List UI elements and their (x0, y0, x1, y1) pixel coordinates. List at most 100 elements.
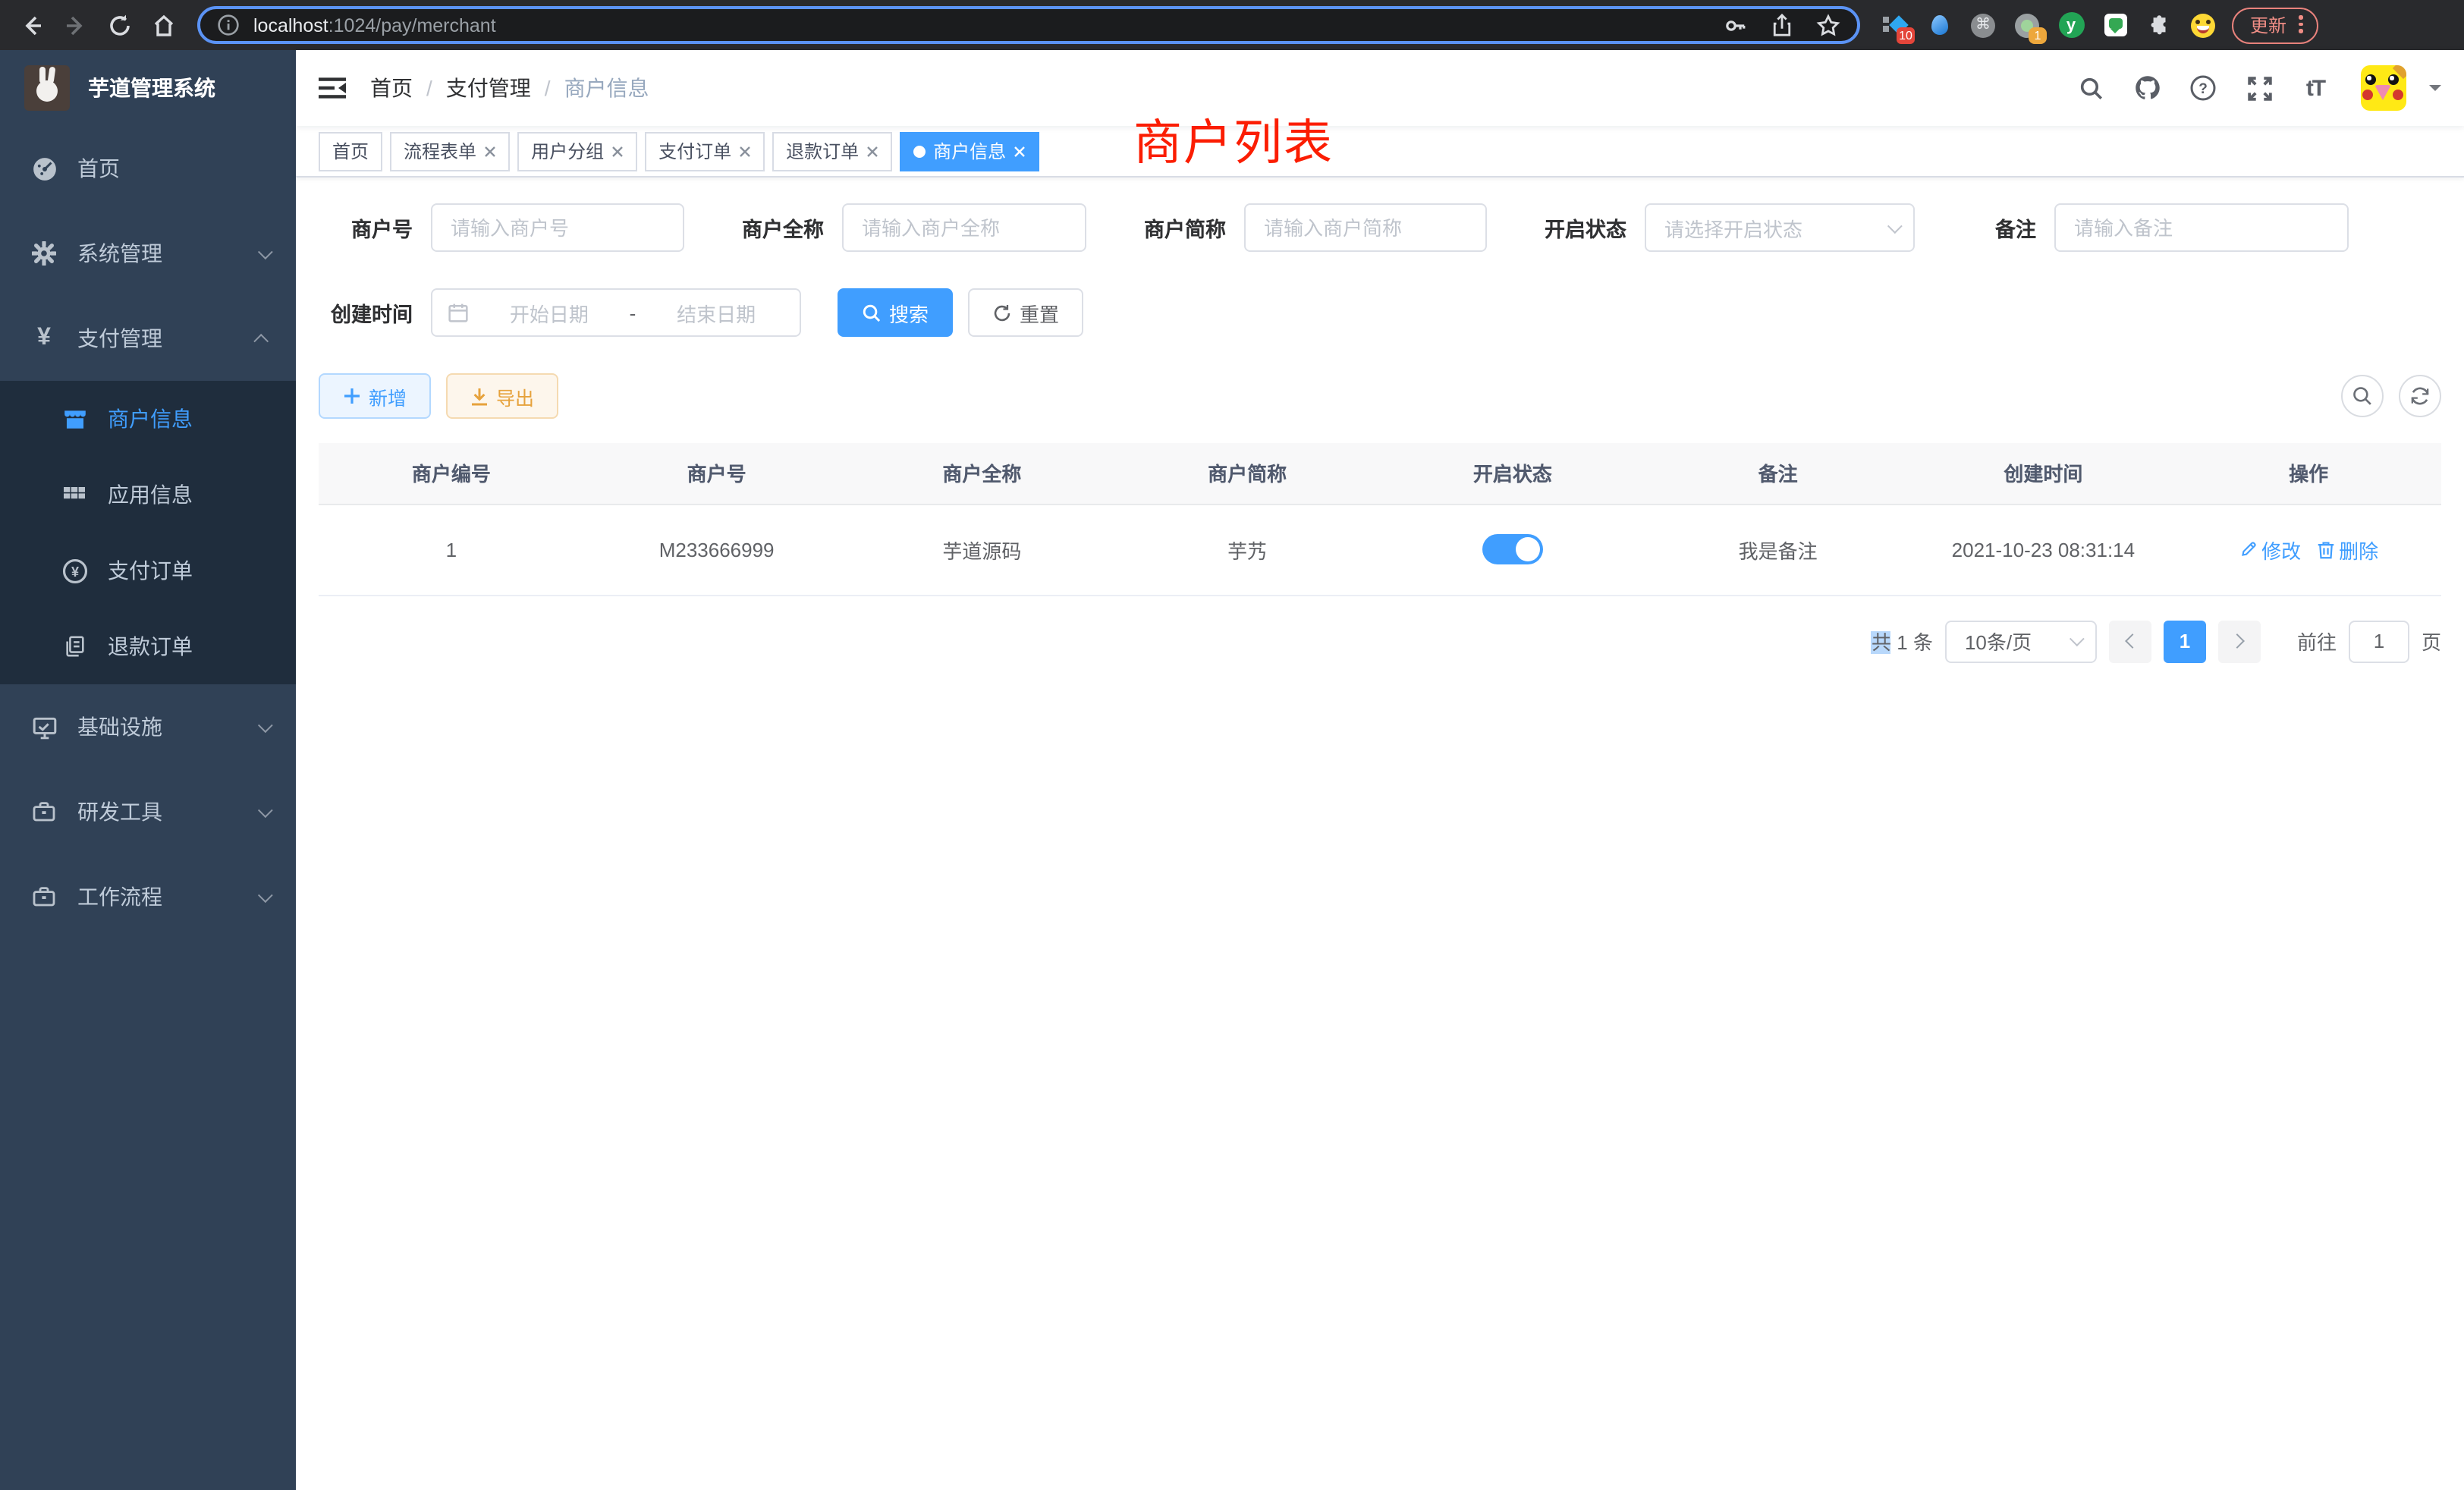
tab-user-group[interactable]: 用户分组 (517, 131, 637, 171)
calendar-icon (448, 302, 469, 323)
tab-home[interactable]: 首页 (319, 131, 382, 171)
page-size-select[interactable]: 10条/页 (1945, 620, 2097, 662)
col-short-name: 商户简称 (1114, 443, 1380, 504)
app-logo[interactable]: 芋道管理系统 (0, 50, 296, 126)
close-icon[interactable] (1014, 145, 1026, 157)
close-icon[interactable] (866, 145, 878, 157)
chevron-down-icon (1887, 218, 1903, 233)
start-date-placeholder: 开始日期 (481, 298, 618, 327)
prev-page-button[interactable] (2109, 620, 2151, 662)
sidebar-item-system[interactable]: 系统管理 (0, 211, 296, 296)
extension-badge: 10 (1897, 27, 1915, 43)
help-icon[interactable]: ? (2186, 71, 2220, 105)
reset-button[interactable]: 重置 (968, 288, 1083, 337)
breadcrumb-home[interactable]: 首页 (370, 73, 413, 103)
goto-page-input[interactable] (2349, 620, 2409, 662)
sidebar-item-payment[interactable]: ¥ 支付管理 (0, 296, 296, 381)
sidebar-item-app-info[interactable]: 应用信息 (0, 457, 296, 533)
tab-pay-order[interactable]: 支付订单 (645, 131, 765, 171)
address-bar[interactable]: localhost:1024/pay/merchant (197, 6, 1860, 44)
extension-diamond-icon[interactable]: 10 (1881, 11, 1909, 39)
tab-process-form[interactable]: 流程表单 (390, 131, 510, 171)
breadcrumb-payment[interactable]: 支付管理 (446, 73, 531, 103)
sidebar-item-home[interactable]: 首页 (0, 126, 296, 211)
show-search-toggle-button[interactable] (2341, 375, 2384, 417)
extension-chat-icon[interactable] (2101, 11, 2129, 39)
full-name-input[interactable] (842, 203, 1086, 252)
sidebar-item-pay-order[interactable]: ¥ 支付订单 (0, 533, 296, 608)
extension-circle-icon[interactable]: 1 (2013, 11, 2041, 39)
merchant-no-input[interactable] (431, 203, 684, 252)
export-button[interactable]: 导出 (446, 373, 558, 419)
end-date-placeholder: 结束日期 (648, 298, 784, 327)
col-merchant-no: 商户号 (584, 443, 850, 504)
browser-forward-button[interactable] (58, 7, 94, 43)
full-name-label: 商户全称 (721, 212, 824, 243)
payment-submenu: 商户信息 应用信息 ¥ 支付订单 (0, 381, 296, 684)
svg-text:¥: ¥ (71, 564, 78, 579)
user-dropdown-caret-icon[interactable] (2429, 85, 2441, 97)
page-1-button[interactable]: 1 (2164, 620, 2206, 662)
header-search-icon[interactable] (2074, 71, 2107, 105)
browser-update-button[interactable]: 更新 (2232, 7, 2318, 43)
table-row: 1 M233666999 芋道源码 芋艿 我是备注 2021-10-23 08:… (319, 504, 2441, 595)
sidebar-item-merchant-info[interactable]: 商户信息 (0, 381, 296, 457)
edit-button[interactable]: 修改 (2239, 535, 2301, 564)
close-icon[interactable] (611, 145, 624, 157)
pagination: 共 1 条 10条/页 1 前往 页 (319, 620, 2441, 662)
tab-merchant-info[interactable]: 商户信息 (900, 131, 1039, 171)
user-avatar[interactable] (2361, 65, 2406, 111)
browser-menu-icon[interactable] (2299, 16, 2302, 33)
browser-back-button[interactable] (14, 7, 50, 43)
sidebar-item-dev-tools[interactable]: 研发工具 (0, 769, 296, 854)
site-info-icon[interactable] (217, 14, 240, 36)
share-icon[interactable] (1771, 13, 1793, 37)
extension-y-icon[interactable]: y (2057, 11, 2085, 39)
chevron-up-icon (253, 333, 269, 348)
refresh-table-button[interactable] (2399, 375, 2441, 417)
status-toggle[interactable] (1482, 534, 1543, 564)
table-header-row: 商户编号 商户号 商户全称 商户简称 开启状态 备注 创建时间 操作 (319, 443, 2441, 504)
remark-input[interactable] (2054, 203, 2349, 252)
browser-reload-button[interactable] (102, 7, 138, 43)
short-name-input[interactable] (1244, 203, 1487, 252)
date-separator: - (630, 301, 636, 324)
password-key-icon[interactable] (1724, 13, 1748, 37)
sidebar-item-infrastructure[interactable]: 基础设施 (0, 684, 296, 769)
document-copy-icon (61, 634, 88, 659)
status-select[interactable]: 请选择开启状态 (1645, 203, 1915, 252)
font-size-icon[interactable]: tT (2299, 71, 2332, 105)
extension-command-icon[interactable]: ⌘ (1969, 11, 1997, 39)
github-icon[interactable] (2130, 71, 2164, 105)
delete-button[interactable]: 删除 (2316, 535, 2378, 564)
yen-icon: ¥ (30, 326, 58, 350)
extension-balloon-icon[interactable] (1925, 11, 1953, 39)
browser-home-button[interactable] (146, 7, 182, 43)
profile-emoji-icon[interactable] (2189, 11, 2217, 39)
bookmark-star-icon[interactable] (1816, 13, 1840, 37)
browser-toolbar: localhost:1024/pay/merchant 10 ⌘ (0, 0, 2464, 50)
search-button[interactable]: 搜索 (838, 288, 953, 337)
col-actions: 操作 (2176, 443, 2441, 504)
close-icon[interactable] (739, 145, 751, 157)
search-icon (862, 303, 882, 322)
close-icon[interactable] (484, 145, 496, 157)
sidebar-item-refund-order[interactable]: 退款订单 (0, 608, 296, 684)
app-title: 芋道管理系统 (88, 73, 215, 103)
shop-icon (61, 406, 88, 432)
extensions-puzzle-icon[interactable] (2145, 11, 2173, 39)
add-button[interactable]: 新增 (319, 373, 431, 419)
cell-remark: 我是备注 (1645, 504, 1911, 595)
sidebar-toggle-icon[interactable] (319, 76, 346, 100)
breadcrumb-current: 商户信息 (564, 73, 649, 103)
fullscreen-icon[interactable] (2242, 71, 2276, 105)
grid-icon (61, 483, 88, 507)
create-time-range-picker[interactable]: 开始日期 - 结束日期 (431, 288, 801, 337)
col-remark: 备注 (1645, 443, 1911, 504)
tab-refund-order[interactable]: 退款订单 (772, 131, 892, 171)
sidebar-item-workflow[interactable]: 工作流程 (0, 854, 296, 939)
dashboard-icon (30, 156, 58, 181)
next-page-button[interactable] (2218, 620, 2261, 662)
chevron-down-icon (258, 887, 273, 902)
tags-view-bar: 首页 流程表单 用户分组 支付订单 退款订单 (296, 126, 2464, 178)
